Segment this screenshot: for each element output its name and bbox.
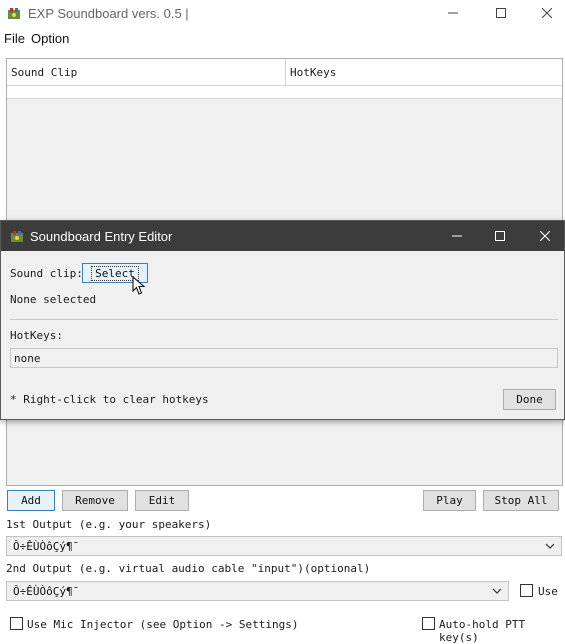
output2-select[interactable]: Ô÷ÊÙÒôÇý¶¯ [6, 581, 509, 601]
main-titlebar[interactable]: EXP Soundboard vers. 0.5 | [0, 0, 565, 28]
add-button-label: Add [21, 494, 41, 507]
column-header-hotkeys[interactable]: HotKeys [290, 66, 336, 79]
mouse-cursor-icon [132, 275, 146, 296]
maximize-icon [495, 231, 505, 241]
maximize-icon [496, 8, 506, 18]
auto-hold-ptt-label: Auto-hold PTT key(s) [439, 618, 526, 644]
dialog-separator [10, 319, 558, 320]
dialog-minimize-button[interactable] [437, 223, 477, 249]
use-output2-label: Use [538, 585, 558, 598]
chevron-down-icon [543, 537, 557, 555]
output1-label: 1st Output (e.g. your speakers) [6, 518, 212, 531]
close-button[interactable] [527, 0, 565, 26]
column-header-sound-clip[interactable]: Sound Clip [11, 66, 77, 79]
output1-value: Ô÷ÊÙÒôÇý¶¯ [13, 539, 80, 553]
auto-hold-ptt-checkbox[interactable] [422, 617, 435, 630]
mic-injector-label: Use Mic Injector (see Option -> Settings… [27, 618, 299, 631]
entry-editor-dialog[interactable]: Soundboard Entry Editor Sound clip: Sele… [0, 220, 565, 420]
window-title: EXP Soundboard vers. 0.5 | [28, 6, 189, 21]
use-output2-checkbox[interactable] [520, 584, 533, 597]
done-button[interactable]: Done [503, 389, 556, 410]
play-button-label: Play [436, 494, 463, 507]
output2-label: 2nd Output (e.g. virtual audio cable "in… [6, 562, 371, 575]
edit-button[interactable]: Edit [135, 490, 189, 511]
remove-button-label: Remove [75, 494, 115, 507]
dialog-maximize-button[interactable] [480, 223, 520, 249]
output1-select[interactable]: Ô÷ÊÙÒôÇý¶¯ [6, 536, 562, 556]
minimize-icon [448, 12, 458, 14]
add-button[interactable]: Add [7, 490, 55, 511]
table-empty-row [7, 86, 562, 99]
menu-option[interactable]: Option [31, 31, 69, 46]
table-header-row: Sound Clip HotKeys [7, 59, 562, 99]
dialog-titlebar[interactable]: Soundboard Entry Editor [1, 221, 564, 251]
dialog-title: Soundboard Entry Editor [30, 229, 173, 244]
menu-bar: File Option [0, 30, 565, 48]
app-icon [10, 229, 24, 243]
edit-button-label: Edit [148, 494, 176, 507]
right-click-hint: * Right-click to clear hotkeys [10, 393, 209, 406]
minimize-button[interactable] [433, 0, 473, 26]
remove-button[interactable]: Remove [62, 490, 128, 511]
output2-value: Ô÷ÊÙÒôÇý¶¯ [13, 584, 80, 598]
none-selected-text: None selected [10, 293, 97, 306]
hotkeys-field[interactable]: none [10, 348, 558, 368]
play-button[interactable]: Play [423, 490, 476, 511]
chevron-down-icon [490, 582, 504, 600]
stop-all-button-label: Stop All [494, 494, 548, 507]
mic-injector-checkbox[interactable] [10, 617, 23, 630]
sound-clip-label: Sound clip: [10, 267, 83, 280]
close-icon [542, 8, 552, 18]
stop-all-button[interactable]: Stop All [483, 490, 559, 511]
dialog-close-button[interactable] [525, 223, 565, 249]
maximize-button[interactable] [481, 0, 521, 26]
hotkeys-value: none [14, 352, 41, 365]
hotkeys-label: HotKeys: [10, 329, 63, 342]
close-icon [540, 231, 550, 241]
menu-file[interactable]: File [4, 31, 25, 46]
app-icon [7, 6, 21, 20]
minimize-icon [452, 235, 462, 237]
done-button-label: Done [516, 393, 543, 406]
